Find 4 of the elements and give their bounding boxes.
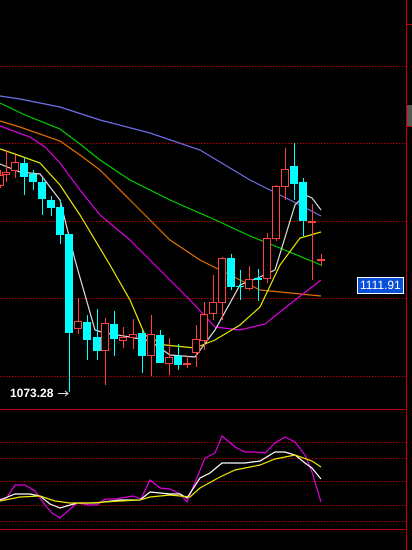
low-price-label: 1073.28 bbox=[10, 386, 54, 400]
arrow-icon bbox=[58, 390, 69, 396]
current-price-label: 1111.91 bbox=[357, 277, 404, 294]
scroll-thumb[interactable] bbox=[407, 105, 412, 126]
